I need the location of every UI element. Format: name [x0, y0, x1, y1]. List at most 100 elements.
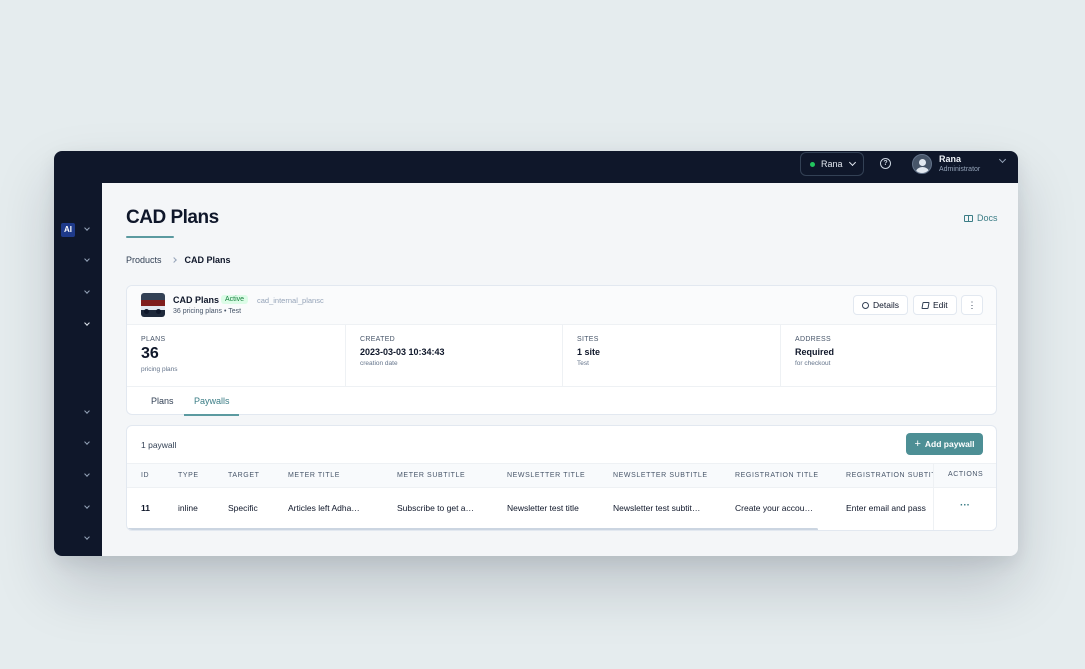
sidebar-item[interactable] [54, 532, 102, 546]
sidebar-item[interactable] [54, 406, 102, 420]
chevron-down-icon [84, 534, 90, 540]
column-header[interactable]: TARGET [228, 472, 259, 479]
docs-link[interactable]: Docs [964, 213, 998, 223]
column-header[interactable]: NEWSLETTER TITLE [507, 472, 585, 479]
product-tabs: Plans Paywalls [127, 387, 996, 416]
tab-plans[interactable]: Plans [151, 396, 174, 406]
edit-button[interactable]: Edit [913, 295, 957, 315]
stat-label: ADDRESS [795, 336, 831, 343]
info-icon [862, 301, 869, 309]
add-paywall-label: Add paywall [924, 439, 975, 449]
paywall-count: 1 paywall [141, 440, 177, 450]
active-tab-indicator [184, 414, 239, 416]
tab-paywalls[interactable]: Paywalls [194, 396, 230, 406]
stat-note: Test [577, 360, 589, 367]
chevron-down-icon [84, 439, 90, 445]
product-stats: PLANS 36 pricing plans CREATED 2023-03-0… [127, 325, 996, 387]
row-actions-icon[interactable]: ··· [960, 500, 970, 511]
column-header[interactable]: ID [141, 472, 149, 479]
stat-value: 2023-03-03 10:34:43 [360, 347, 445, 357]
column-header[interactable]: REGISTRATION SUBTITLE [846, 472, 933, 479]
cell-id: 11 [141, 503, 150, 513]
sidebar-item[interactable] [54, 469, 102, 483]
help-icon[interactable]: ? [880, 158, 891, 169]
sidebar-item[interactable] [54, 286, 102, 300]
stat-value: 1 site [577, 347, 601, 357]
stat-plans: PLANS 36 pricing plans [127, 325, 345, 387]
column-header[interactable]: METER TITLE [288, 472, 340, 479]
chevron-down-icon [84, 225, 90, 231]
cell-target: Specific [228, 503, 258, 513]
cell-registration-title: Create your accou… [735, 503, 813, 513]
add-paywall-button[interactable]: + Add paywall [906, 433, 983, 455]
product-card: CAD Plans Active cad_internal_plansc 36 … [126, 285, 997, 416]
horizontal-scrollbar[interactable] [127, 528, 818, 530]
chevron-down-icon [84, 320, 90, 326]
chevron-down-icon [84, 503, 90, 509]
breadcrumb-products[interactable]: Products [126, 255, 162, 265]
stat-note: pricing plans [141, 366, 178, 373]
stat-label: SITES [577, 336, 599, 343]
stat-label: CREATED [360, 336, 396, 343]
user-name: Rana [939, 154, 962, 164]
sidebar-item[interactable] [54, 318, 102, 332]
details-label: Details [873, 300, 899, 310]
stat-note: for checkout [795, 360, 831, 367]
actions-column: ACTIONS ··· [933, 463, 996, 530]
column-header[interactable]: REGISTRATION TITLE [735, 472, 819, 479]
workspace-switcher[interactable]: Rana [800, 152, 864, 176]
sidebar-item[interactable] [54, 501, 102, 515]
avatar[interactable] [912, 154, 932, 174]
docs-label: Docs [977, 213, 998, 223]
chevron-down-icon [84, 288, 90, 294]
product-header: CAD Plans Active cad_internal_plansc 36 … [127, 286, 996, 325]
title-underline [126, 236, 174, 238]
table-row[interactable]: 11 inline Specific Articles left Adha… S… [127, 488, 996, 528]
product-slug: cad_internal_plansc [257, 296, 324, 305]
sidebar-item[interactable] [54, 254, 102, 268]
top-navbar: Rana ? Rana Administrator [54, 151, 1018, 183]
user-role: Administrator [939, 166, 981, 173]
breadcrumb-current: CAD Plans [184, 255, 231, 265]
cell-newsletter-title: Newsletter test title [507, 503, 579, 513]
stat-created: CREATED 2023-03-03 10:34:43 creation dat… [345, 325, 562, 387]
column-header[interactable]: METER SUBTITLE [397, 472, 465, 479]
breadcrumb: Products CAD Plans [126, 255, 231, 265]
main-content: CAD Plans Docs Products CAD Plans CAD Pl… [102, 183, 1018, 556]
stat-address: ADDRESS Required for checkout [780, 325, 996, 387]
cell-meter-title: Articles left Adha… [288, 503, 360, 513]
edit-icon [921, 301, 930, 309]
sidebar-item-ai[interactable]: AI [54, 223, 102, 237]
details-button[interactable]: Details [853, 295, 908, 315]
product-name: CAD Plans [173, 295, 220, 305]
stat-value: Required [795, 347, 835, 357]
cell-type: inline [178, 503, 198, 513]
chevron-down-icon [84, 256, 90, 262]
chevron-down-icon [84, 408, 90, 414]
status-dot-icon [810, 161, 815, 167]
column-header-actions: ACTIONS [948, 471, 984, 478]
chevron-down-icon [848, 158, 856, 167]
product-thumbnail [141, 293, 165, 317]
kebab-menu-icon: ⋮ [967, 299, 977, 310]
column-header[interactable]: TYPE [178, 472, 199, 479]
plus-icon: + [914, 438, 921, 450]
stat-sites: SITES 1 site Test [562, 325, 780, 387]
status-badge: Active [221, 295, 249, 304]
paywalls-table-card: 1 paywall + Add paywall ID TYPE TARGET M… [126, 425, 997, 531]
user-menu-chevron-icon[interactable] [998, 155, 1007, 164]
more-options-button[interactable]: ⋮ [961, 295, 983, 315]
cell-meter-subtitle: Subscribe to get a… [397, 503, 475, 513]
workspace-name: Rana [821, 159, 843, 169]
chevron-right-icon [170, 257, 177, 263]
sidebar-item[interactable] [54, 437, 102, 451]
ai-logo: AI [61, 223, 75, 237]
column-header[interactable]: NEWSLETTER SUBTITLE [613, 472, 708, 479]
cell-newsletter-subtitle: Newsletter test subtit… [613, 503, 701, 513]
page-title: CAD Plans [126, 207, 219, 228]
edit-label: Edit [933, 300, 948, 310]
cell-registration-subtitle: Enter email and pass [846, 503, 926, 513]
stat-note: creation date [360, 360, 398, 367]
table-header: ID TYPE TARGET METER TITLE METER SUBTITL… [127, 463, 996, 488]
chevron-down-icon [84, 471, 90, 477]
